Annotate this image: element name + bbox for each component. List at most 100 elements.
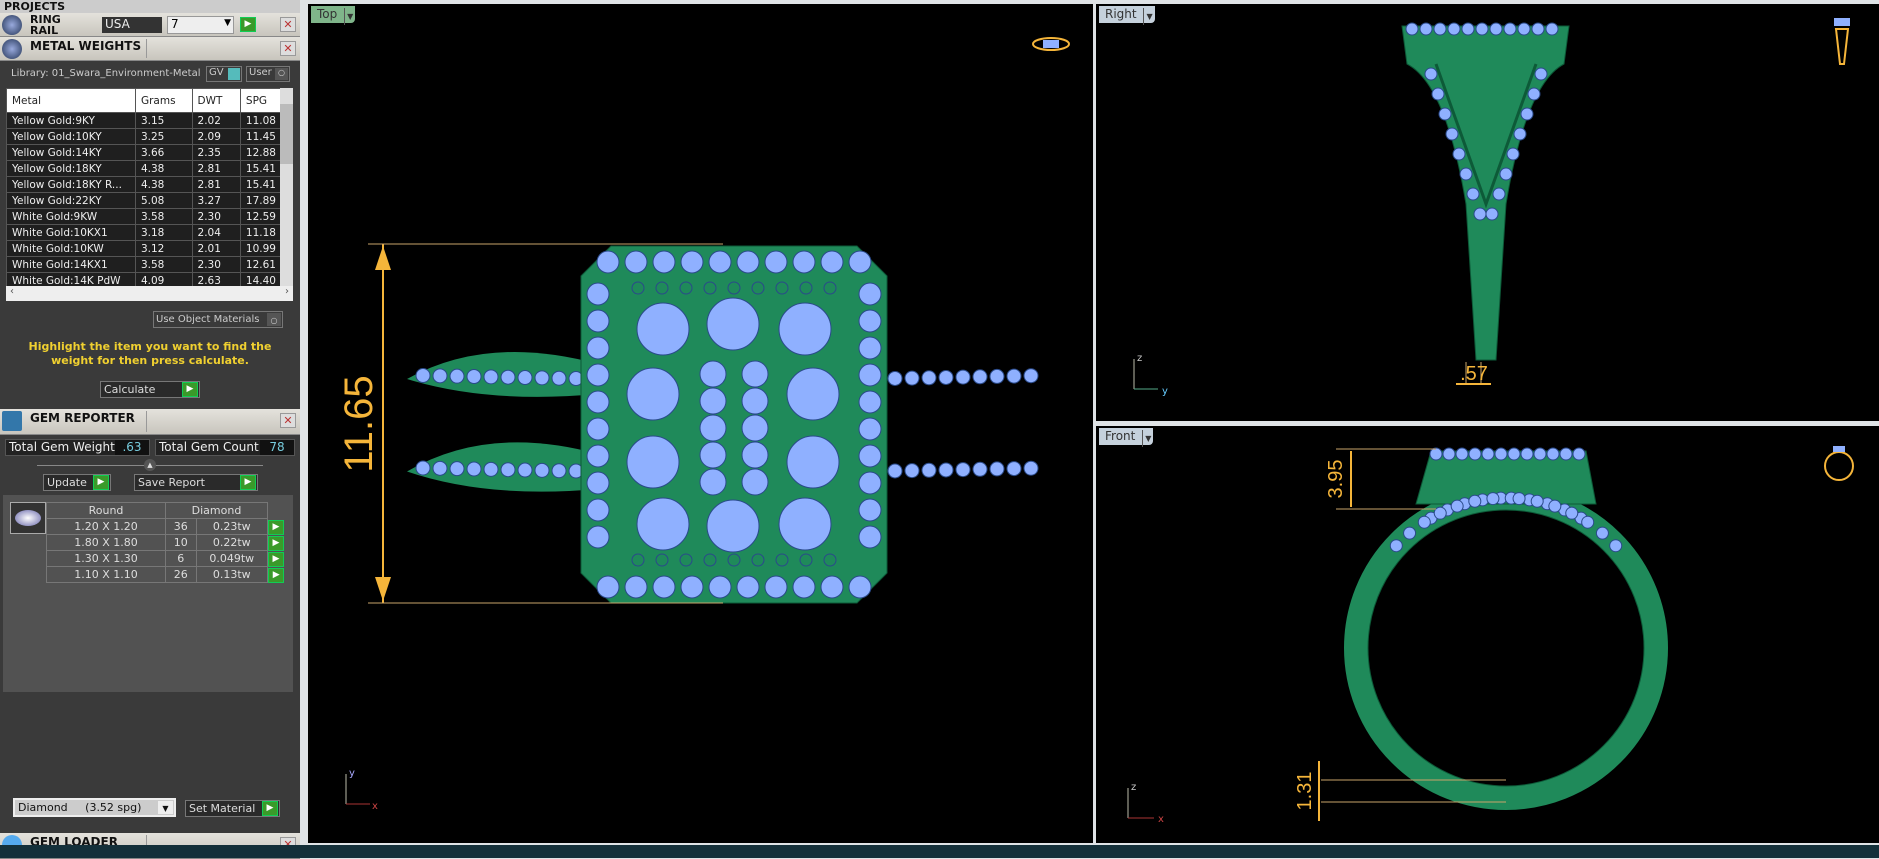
- gem-row: 1.30 X 1.30 6 0.049tw ▶: [46, 550, 285, 567]
- close-icon[interactable]: ✕: [280, 41, 296, 56]
- col-grams[interactable]: Grams: [134, 88, 193, 113]
- update-label: Update: [47, 476, 87, 489]
- center-gem: [741, 360, 769, 388]
- shank-gem: [938, 462, 954, 478]
- metal-row[interactable]: Yellow Gold:9KY 3.15 2.02 11.08: [6, 112, 283, 129]
- gv-toggle[interactable]: GV: [206, 66, 242, 82]
- shank-gem: [972, 369, 988, 385]
- ring-size-select[interactable]: 7 ▼: [167, 16, 234, 34]
- metal-row[interactable]: White Gold:10KW 3.12 2.01 10.99: [6, 240, 283, 257]
- gem-weight: 0.22tw: [195, 534, 269, 551]
- viewport-name: Front: [1105, 429, 1136, 443]
- select-gem-button[interactable]: ▶: [268, 567, 285, 583]
- metal-table: Metal Grams DWT SPG Yellow Gold:9KY 3.15 2…: [6, 88, 283, 289]
- center-gem: [741, 414, 769, 442]
- viewport-name: Top: [317, 7, 338, 21]
- shank-gem: [534, 370, 550, 386]
- close-icon[interactable]: ✕: [280, 413, 296, 428]
- viewport-top-label[interactable]: Top ▼: [311, 6, 356, 25]
- halo-gem: [680, 575, 704, 599]
- bead: [703, 281, 717, 295]
- metal-row[interactable]: Yellow Gold:10KY 3.25 2.09 11.45: [6, 128, 283, 145]
- col-dwt[interactable]: DWT: [191, 88, 241, 113]
- axis-y-label: y: [1162, 386, 1168, 397]
- metal-row[interactable]: Yellow Gold:18KY R... 4.38 2.81 15.41: [6, 176, 283, 193]
- arrow-down-icon: [375, 577, 391, 601]
- halo-gem: [708, 250, 732, 274]
- metal-name: Yellow Gold:9KY: [6, 112, 136, 129]
- viewport-front-label[interactable]: Front ▼: [1099, 428, 1154, 447]
- user-toggle[interactable]: User ○: [246, 66, 290, 82]
- grams: 3.66: [134, 144, 193, 161]
- viewport-front[interactable]: Front ▼ 3.95 1.31 z x: [1096, 426, 1879, 843]
- material-select[interactable]: Diamond (3.52 spg) ▼: [13, 798, 176, 817]
- center-gem: [699, 468, 727, 496]
- dwt: 2.01: [191, 240, 241, 257]
- bead: [727, 553, 741, 567]
- halo-gem: [736, 575, 760, 599]
- metal-name: Yellow Gold:18KY R...: [6, 176, 136, 193]
- top-gem: [1494, 447, 1508, 461]
- halo-gem: [858, 471, 882, 495]
- metal-name: White Gold:9KW: [6, 208, 136, 225]
- halo-gem: [820, 250, 844, 274]
- viewport-right-label[interactable]: Right ▼: [1099, 6, 1155, 25]
- metal-table-vscroll[interactable]: [280, 88, 293, 286]
- ring-rail-go-button[interactable]: ▶: [240, 17, 256, 32]
- select-gem-button[interactable]: ▶: [268, 535, 284, 551]
- use-object-materials-toggle[interactable]: Use Object Materials ○: [153, 311, 283, 328]
- dwt: 2.30: [191, 208, 241, 225]
- grams: 3.25: [134, 128, 193, 145]
- shank-gem: [449, 368, 465, 384]
- top-gem: [1468, 447, 1482, 461]
- shank-gem: [989, 461, 1005, 477]
- center-gem: [699, 360, 727, 388]
- set-material-button[interactable]: Set Material ▶: [185, 800, 280, 817]
- calculate-button[interactable]: Calculate ▶: [100, 381, 200, 398]
- metal-table-hscroll[interactable]: ‹ ›: [6, 286, 293, 301]
- band-gem: [1417, 515, 1431, 529]
- metal-row[interactable]: Yellow Gold:18KY 4.38 2.81 15.41: [6, 160, 283, 177]
- gem-count: 36: [165, 518, 197, 535]
- metal-row[interactable]: White Gold:9KW 3.58 2.30 12.59: [6, 208, 283, 225]
- metal-row[interactable]: White Gold:14KX1 3.58 2.30 12.61: [6, 256, 283, 273]
- center-gem: [786, 435, 840, 489]
- halo-gem: [680, 250, 704, 274]
- side-gem: [1459, 167, 1473, 181]
- center-gem: [786, 367, 840, 421]
- select-gem-button[interactable]: ▶: [268, 551, 284, 567]
- halo-gem: [586, 309, 610, 333]
- side-gem: [1527, 87, 1541, 101]
- material-header: Diamond: [165, 502, 268, 519]
- grams: 3.12: [134, 240, 193, 257]
- collapse-up-icon[interactable]: ▲: [144, 459, 156, 471]
- bead: [751, 553, 765, 567]
- metal-row[interactable]: Yellow Gold:14KY 3.66 2.35 12.88: [6, 144, 283, 161]
- dwt: 2.02: [191, 112, 241, 129]
- spg: 11.18: [239, 224, 283, 241]
- bead: [703, 553, 717, 567]
- metal-row[interactable]: White Gold:10KX1 3.18 2.04 11.18: [6, 224, 283, 241]
- center-gem: [699, 441, 727, 469]
- center-gem: [626, 435, 680, 489]
- update-button[interactable]: Update ▶: [43, 474, 111, 491]
- viewport-right[interactable]: Right ▼ .57 z y: [1096, 4, 1879, 421]
- col-metal[interactable]: Metal: [6, 88, 136, 113]
- close-icon[interactable]: ✕: [280, 17, 296, 32]
- col-spg[interactable]: SPG: [239, 88, 283, 113]
- save-report-button[interactable]: Save Report ▶: [134, 474, 258, 491]
- select-gem-button[interactable]: ▶: [268, 519, 284, 535]
- viewport-top[interactable]: Top ▼ 11.65 y x: [308, 4, 1093, 843]
- bead: [823, 281, 837, 295]
- metal-row[interactable]: Yellow Gold:22KY 5.08 3.27 17.89: [6, 192, 283, 209]
- top-gem: [1546, 447, 1560, 461]
- side-gem: [1517, 22, 1531, 36]
- gem-count: 26: [165, 566, 197, 583]
- country-field[interactable]: USA: [102, 17, 162, 33]
- gem-reporter-title: GEM REPORTER: [30, 411, 135, 425]
- ring-icon: [2, 15, 22, 35]
- grams: 5.08: [134, 192, 193, 209]
- shank-gem: [432, 368, 448, 384]
- projects-header[interactable]: PROJECTS: [0, 0, 300, 13]
- center-gem: [741, 441, 769, 469]
